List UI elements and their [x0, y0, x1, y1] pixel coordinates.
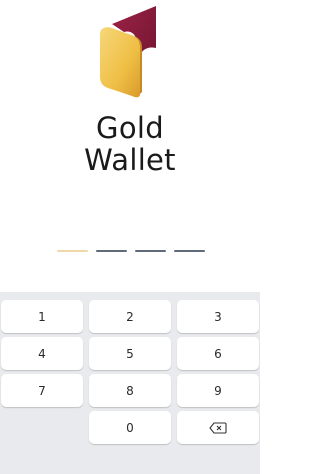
pin-indicator — [57, 250, 205, 252]
app-title-line1: Gold — [96, 111, 164, 145]
pin-dash-filled — [57, 250, 88, 252]
backspace-button[interactable] — [177, 411, 259, 444]
key-2[interactable]: 2 — [89, 300, 171, 333]
keypad-empty-slot — [1, 411, 83, 444]
key-7[interactable]: 7 — [1, 374, 83, 407]
app-title-line2: Wallet — [84, 143, 176, 177]
keypad-row: 123 — [1, 300, 259, 333]
pin-entry-screen: Gold Wallet 1234567890 — [0, 0, 260, 474]
keypad-row: 456 — [1, 337, 259, 370]
app-title: Gold Wallet — [0, 112, 260, 176]
numeric-keypad: 1234567890 — [0, 292, 260, 474]
key-6[interactable]: 6 — [177, 337, 259, 370]
key-4[interactable]: 4 — [1, 337, 83, 370]
pin-dash-empty — [96, 250, 127, 252]
pin-dash-empty — [174, 250, 205, 252]
pin-dash-empty — [135, 250, 166, 252]
key-3[interactable]: 3 — [177, 300, 259, 333]
key-1[interactable]: 1 — [1, 300, 83, 333]
key-9[interactable]: 9 — [177, 374, 259, 407]
keypad-row: 0 — [1, 411, 259, 444]
backspace-icon — [209, 421, 227, 434]
key-5[interactable]: 5 — [89, 337, 171, 370]
key-0[interactable]: 0 — [89, 411, 171, 444]
gold-wallet-logo-icon — [100, 6, 156, 98]
key-8[interactable]: 8 — [89, 374, 171, 407]
keypad-row: 789 — [1, 374, 259, 407]
